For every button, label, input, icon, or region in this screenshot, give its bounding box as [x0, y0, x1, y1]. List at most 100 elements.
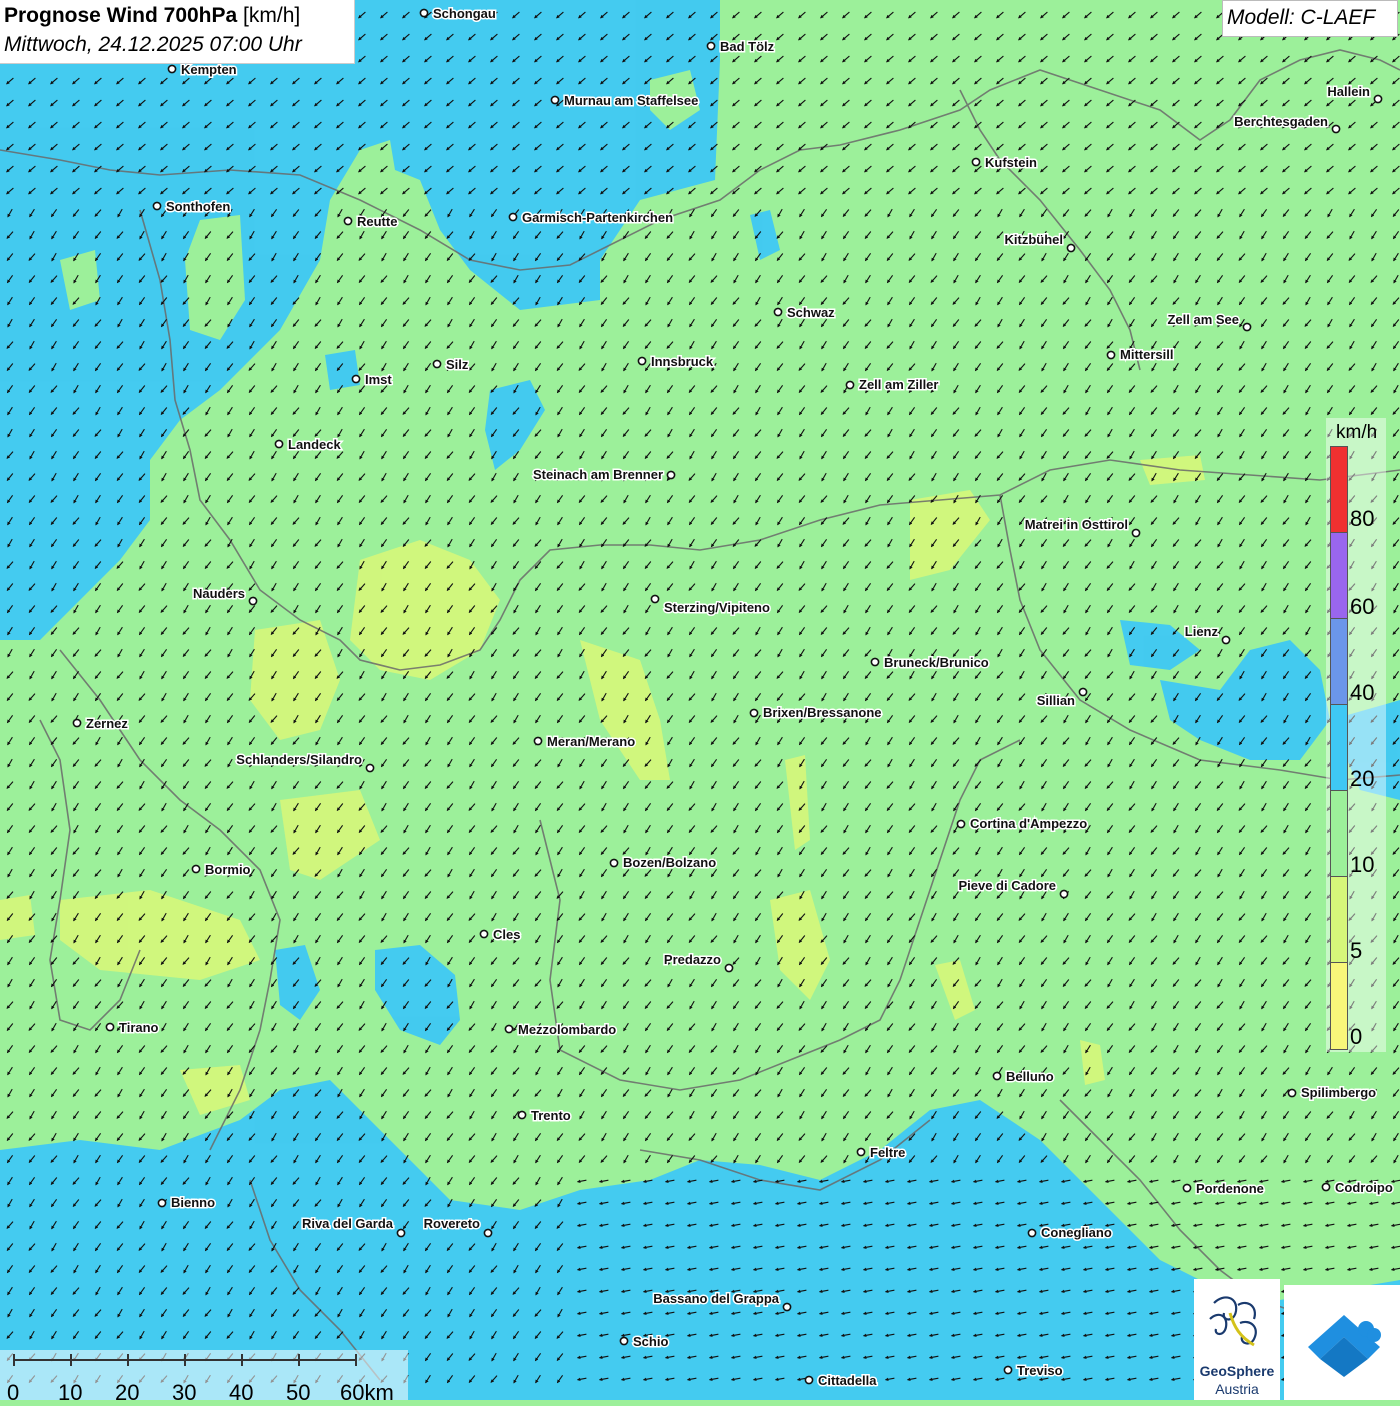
city-label: Bad Tölz: [720, 39, 775, 54]
city-label: Kitzbühel: [1005, 232, 1064, 247]
map-title: Prognose Wind 700hPa [km/h]: [4, 4, 301, 27]
city-label: Schio: [633, 1334, 668, 1349]
city-label: Hallein: [1327, 84, 1370, 99]
city-label: Meran/Merano: [547, 734, 635, 749]
legend-tick-40: 40: [1350, 680, 1375, 705]
city-marker: [1287, 1088, 1297, 1098]
city-label: Bienno: [171, 1195, 215, 1210]
city-marker: [666, 470, 676, 480]
city-marker: [619, 1336, 629, 1346]
city-label: Bozen/Bolzano: [623, 855, 716, 870]
city-label: Nauders: [193, 586, 245, 601]
city-marker: [483, 1228, 493, 1238]
city-label: Sillian: [1037, 693, 1075, 708]
city-marker: [365, 763, 375, 773]
city-marker: [504, 1024, 514, 1034]
city-label: Trento: [531, 1108, 571, 1123]
city-label: Schlanders/Silandro: [236, 752, 362, 767]
legend-bar-20-40: [1330, 704, 1348, 791]
city-marker: [1078, 687, 1088, 697]
scale-tick-0: 0: [7, 1380, 20, 1405]
scale-tick-40: 40: [229, 1380, 254, 1405]
legend-bar-40-60: [1330, 618, 1348, 705]
city-marker: [419, 8, 429, 18]
weather-app-icon: [1308, 1315, 1381, 1377]
map-datetime: Mittwoch, 24.12.2025 07:00 Uhr: [4, 33, 302, 56]
city-label: Reutte: [357, 214, 397, 229]
city-label: Schwaz: [787, 305, 835, 320]
city-marker: [479, 929, 489, 939]
city-marker: [870, 657, 880, 667]
city-marker: [351, 374, 361, 384]
geosphere-logo[interactable]: GeoSphere Austria: [1194, 1279, 1280, 1400]
city-label: Feltre: [870, 1145, 905, 1160]
city-label: Mezzolombardo: [518, 1022, 616, 1037]
city-marker: [1373, 94, 1383, 104]
city-marker: [773, 307, 783, 317]
city-label: Schongau: [433, 6, 496, 21]
city-marker: [1331, 124, 1341, 134]
city-label: Treviso: [1017, 1363, 1063, 1378]
city-label: Rovereto: [424, 1216, 480, 1231]
city-marker: [992, 1071, 1002, 1081]
city-marker: [856, 1147, 866, 1157]
city-label: Lienz: [1185, 624, 1219, 639]
city-label: Pieve di Cadore: [958, 878, 1056, 893]
city-label: Kempten: [181, 62, 237, 77]
scale-tick-60km: 60km: [340, 1380, 394, 1405]
city-marker: [724, 963, 734, 973]
city-label: Spilimbergo: [1301, 1085, 1376, 1100]
city-label: Innsbruck: [651, 354, 714, 369]
city-label: Matrei in Osttirol: [1025, 517, 1128, 532]
city-marker: [105, 1022, 115, 1032]
city-marker: [508, 212, 518, 222]
scale-bar: 0 10 20 30 40 50 60km: [0, 1350, 408, 1405]
city-marker: [1321, 1182, 1331, 1192]
wind-map: Schongau Bad Tölz Kempten Murnau am Staffel…: [0, 0, 1400, 1400]
city-marker: [1003, 1365, 1013, 1375]
geosphere-logo-icon: [1209, 1296, 1257, 1347]
city-label: Imst: [365, 372, 392, 387]
color-legend: km/h 80 60 40 20 10 5 0: [1326, 418, 1386, 1052]
city-marker: [167, 64, 177, 74]
city-label: Tirano: [119, 1020, 159, 1035]
legend-unit: km/h: [1336, 422, 1378, 443]
city-label: Cortina d'Ampezzo: [970, 816, 1087, 831]
city-label: Silz: [446, 357, 469, 372]
map-title-unit: [km/h]: [243, 4, 301, 27]
city-label: Pordenone: [1196, 1181, 1264, 1196]
city-marker: [1106, 350, 1116, 360]
city-marker: [533, 736, 543, 746]
legend-bar-80-plus: [1330, 446, 1348, 533]
scale-bar-line: [13, 1354, 357, 1366]
city-marker: [432, 359, 442, 369]
city-marker: [1182, 1183, 1192, 1193]
city-marker: [609, 858, 619, 868]
city-marker: [1027, 1228, 1037, 1238]
city-marker: [956, 819, 966, 829]
city-label: Bruneck/Brunico: [884, 655, 989, 670]
city-label: Bormio: [205, 862, 251, 877]
legend-tick-10: 10: [1350, 852, 1375, 877]
city-label: Zell am Ziller: [859, 377, 938, 392]
city-marker: [517, 1110, 527, 1120]
city-marker: [157, 1198, 167, 1208]
city-marker: [72, 718, 82, 728]
city-label: Sterzing/Vipiteno: [664, 600, 770, 615]
city-marker: [971, 157, 981, 167]
model-label: Modell: C-LAEF: [1227, 6, 1376, 29]
city-label: Zernez: [86, 716, 128, 731]
legend-tick-0: 0: [1350, 1024, 1363, 1049]
city-marker: [706, 41, 716, 51]
city-label: Steinach am Brenner: [533, 467, 663, 482]
city-marker: [1059, 889, 1069, 899]
city-label: Garmisch-Partenkirchen: [522, 210, 673, 225]
legend-bar-60-80: [1330, 532, 1348, 619]
city-marker: [191, 864, 201, 874]
weather-app-logo[interactable]: [1284, 1285, 1400, 1400]
legend-tick-20: 20: [1350, 766, 1375, 791]
city-marker: [152, 201, 162, 211]
city-marker: [1131, 528, 1141, 538]
city-label: Mittersill: [1120, 347, 1173, 362]
city-label: Cittadella: [818, 1373, 877, 1388]
